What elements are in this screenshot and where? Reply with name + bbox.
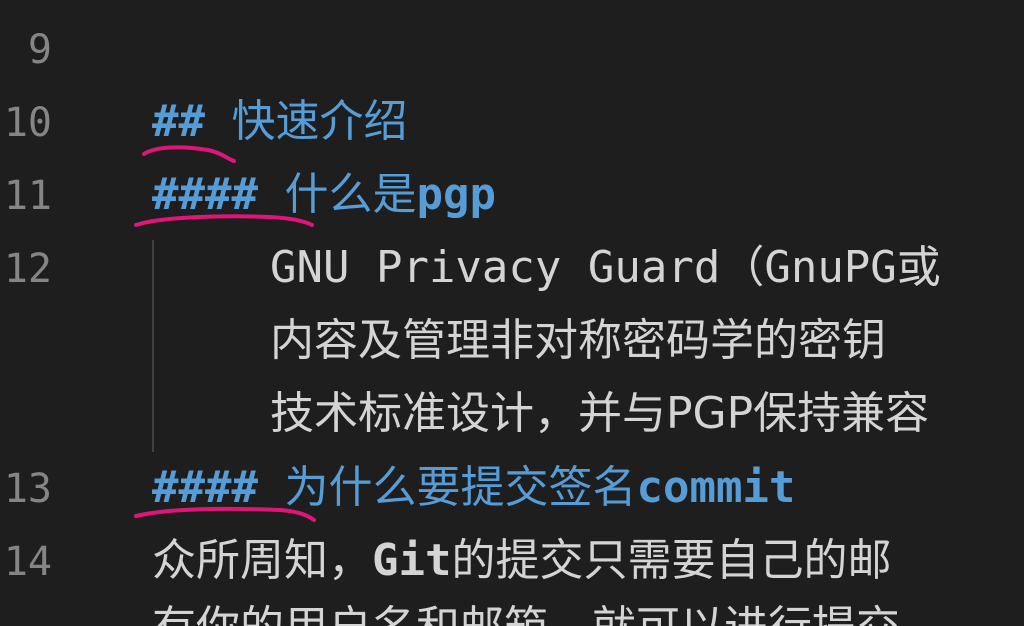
paragraph-line-14[interactable]: 众所周知，Git的提交只需要自己的邮 — [152, 533, 891, 589]
heading-marker: #### — [152, 169, 258, 220]
line-number: 13 — [3, 466, 52, 512]
heading-line-13[interactable]: #### 为什么要提交签名commit — [152, 460, 795, 516]
heading-marker: ## — [152, 96, 205, 147]
paragraph-text: GNU Privacy Guard（GnuPG或 — [270, 242, 941, 293]
heading-line-11[interactable]: #### 什么是pgp — [152, 167, 496, 223]
paragraph-line-12-wrap[interactable]: 内容及管理非对称密码学的密钥 — [270, 313, 886, 369]
heading-line-10[interactable]: ## 快速介绍 — [152, 94, 407, 150]
heading-text: 为什么要提交签名commit — [284, 462, 796, 513]
paragraph-text: 的提交只需要自己的邮 — [451, 535, 892, 586]
heading-text: 什么是pgp — [284, 169, 496, 220]
heading-text: 快速介绍 — [231, 96, 408, 147]
line-number: 14 — [3, 539, 52, 585]
paragraph-line-12[interactable]: GNU Privacy Guard（GnuPG或 — [270, 240, 941, 296]
code-editor[interactable]: 9 10 11 12 13 14 ## 快速介绍 #### 什么是pgp GNU… — [0, 0, 1024, 626]
line-number: 12 — [3, 246, 52, 292]
indent-guide — [152, 240, 154, 452]
heading-marker: #### — [152, 462, 258, 513]
line-number: 10 — [3, 100, 52, 146]
paragraph-line-12-wrap[interactable]: 技术标准设计，并与PGP保持兼容 — [270, 386, 929, 442]
paragraph-line-14-wrap[interactable]: 有你的用户名和邮箱，就可以进行提交 — [152, 600, 900, 626]
line-number: 9 — [27, 27, 52, 73]
line-number: 11 — [3, 173, 52, 219]
paragraph-text: 内容及管理非对称密码学的密钥 — [270, 315, 886, 366]
paragraph-text: 众所周知， — [152, 535, 372, 586]
paragraph-bold-text: Git — [372, 535, 452, 586]
paragraph-text: 有你的用户名和邮箱，就可以进行提交 — [152, 602, 900, 626]
paragraph-text: 技术标准设计，并与PGP保持兼容 — [270, 388, 930, 439]
